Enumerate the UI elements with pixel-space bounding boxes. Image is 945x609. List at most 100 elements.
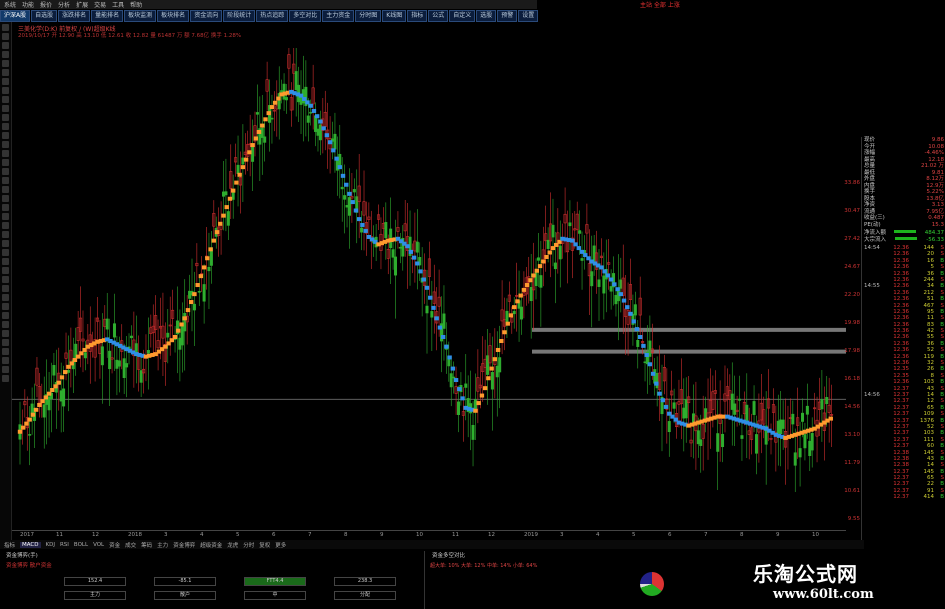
kline-chart[interactable] bbox=[12, 38, 846, 530]
tool-icon[interactable] bbox=[2, 366, 9, 373]
trend-ribbon-segment bbox=[657, 391, 662, 396]
toolbar-button-17[interactable]: 预警 bbox=[497, 10, 518, 22]
tick-price: 12.37 bbox=[893, 494, 909, 501]
tool-icon[interactable] bbox=[2, 87, 9, 94]
tool-icon[interactable] bbox=[2, 231, 9, 238]
tool-icon[interactable] bbox=[2, 141, 9, 148]
toolbar-button-13[interactable]: 指标 bbox=[407, 10, 428, 22]
tool-icon[interactable] bbox=[2, 375, 9, 382]
toolbar-button-15[interactable]: 自定义 bbox=[449, 10, 476, 22]
toolbar-button-2[interactable]: 涨跌排名 bbox=[58, 10, 91, 22]
trend-ribbon-segment bbox=[547, 250, 552, 255]
toolbar-button-1[interactable]: 自选股 bbox=[31, 10, 58, 22]
toolbar-button-3[interactable]: 量能排名 bbox=[91, 10, 124, 22]
tool-icon[interactable] bbox=[2, 276, 9, 283]
toolbar-button-6[interactable]: 资金流向 bbox=[190, 10, 223, 22]
tool-icon[interactable] bbox=[2, 69, 9, 76]
trend-ribbon-segment bbox=[476, 401, 481, 406]
trend-ribbon-segment bbox=[247, 150, 252, 155]
tool-icon[interactable] bbox=[2, 51, 9, 58]
indicator-tab-3[interactable]: RSI bbox=[60, 542, 69, 548]
tool-icon[interactable] bbox=[2, 204, 9, 211]
tool-icon[interactable] bbox=[2, 114, 9, 121]
indicator-tab-1[interactable]: MACD bbox=[20, 541, 41, 548]
indicator-tab-13[interactable]: 分时 bbox=[243, 541, 254, 549]
trend-ribbon-segment bbox=[625, 305, 630, 310]
tool-icon[interactable] bbox=[2, 213, 9, 220]
menu-item-1[interactable]: 功能 bbox=[22, 0, 34, 9]
menu-item-4[interactable]: 扩展 bbox=[76, 0, 88, 9]
toolbar-button-4[interactable]: 板块监测 bbox=[124, 10, 157, 22]
toolbar-button-18[interactable]: 设置 bbox=[518, 10, 539, 22]
toolbar-button-14[interactable]: 公式 bbox=[428, 10, 449, 22]
tool-icon[interactable] bbox=[2, 321, 9, 328]
tool-icon[interactable] bbox=[2, 330, 9, 337]
menu-item-2[interactable]: 报价 bbox=[40, 0, 52, 9]
toolbar-button-0[interactable]: 沪深A股 bbox=[0, 10, 31, 22]
tool-icon[interactable] bbox=[2, 186, 9, 193]
menu-item-3[interactable]: 分析 bbox=[58, 0, 70, 9]
indicator-tab-7[interactable]: 成交 bbox=[125, 541, 136, 549]
tool-icon[interactable] bbox=[2, 285, 9, 292]
trend-ribbon-segment bbox=[63, 370, 68, 375]
indicator-tab-0[interactable]: 指标 bbox=[4, 541, 15, 549]
tool-icon[interactable] bbox=[2, 24, 9, 31]
tool-icon[interactable] bbox=[2, 150, 9, 157]
toolbar-button-5[interactable]: 板块排名 bbox=[157, 10, 190, 22]
tool-icon[interactable] bbox=[2, 348, 9, 355]
candle-body bbox=[42, 404, 46, 418]
candle-body bbox=[62, 388, 66, 407]
toolbar-button-12[interactable]: K线图 bbox=[382, 10, 407, 22]
tool-icon[interactable] bbox=[2, 303, 9, 310]
indicator-tab-8[interactable]: 筹码 bbox=[141, 541, 152, 549]
indicator-tab-6[interactable]: 资金 bbox=[109, 541, 120, 549]
indicator-tab-4[interactable]: BOLL bbox=[74, 542, 88, 548]
left-toolbox bbox=[0, 22, 12, 542]
toolbar-button-7[interactable]: 阶段统计 bbox=[223, 10, 256, 22]
tool-icon[interactable] bbox=[2, 177, 9, 184]
indicator-tab-12[interactable]: 龙虎 bbox=[227, 541, 238, 549]
indicator-tab-5[interactable]: VOL bbox=[93, 542, 104, 548]
trend-ribbon-segment bbox=[512, 305, 517, 310]
tool-icon[interactable] bbox=[2, 42, 9, 49]
tool-icon[interactable] bbox=[2, 357, 9, 364]
candle-body bbox=[452, 376, 456, 379]
indicator-tab-11[interactable]: 超级资金 bbox=[200, 541, 222, 549]
tool-icon[interactable] bbox=[2, 222, 9, 229]
trend-ribbon-segment bbox=[66, 364, 71, 369]
tool-icon[interactable] bbox=[2, 168, 9, 175]
indicator-tab-9[interactable]: 主力 bbox=[157, 541, 168, 549]
tool-icon[interactable] bbox=[2, 258, 9, 265]
tool-icon[interactable] bbox=[2, 132, 9, 139]
indicator-tab-2[interactable]: KDJ bbox=[46, 542, 55, 548]
indicator-tab-10[interactable]: 资金博弈 bbox=[173, 541, 195, 549]
menu-item-7[interactable]: 帮助 bbox=[130, 0, 142, 9]
tool-icon[interactable] bbox=[2, 33, 9, 40]
tool-icon[interactable] bbox=[2, 240, 9, 247]
toolbar-button-10[interactable]: 主力资金 bbox=[322, 10, 355, 22]
tool-icon[interactable] bbox=[2, 267, 9, 274]
tool-icon[interactable] bbox=[2, 78, 9, 85]
toolbar-button-16[interactable]: 选股 bbox=[476, 10, 497, 22]
tool-icon[interactable] bbox=[2, 195, 9, 202]
toolbar-button-11[interactable]: 分时图 bbox=[355, 10, 382, 22]
tool-icon[interactable] bbox=[2, 294, 9, 301]
trend-ribbon-segment bbox=[440, 334, 446, 339]
trend-ribbon-segment bbox=[353, 208, 359, 213]
menu-item-0[interactable]: 系统 bbox=[4, 0, 16, 9]
tool-icon[interactable] bbox=[2, 312, 9, 319]
trend-ribbon-segment bbox=[534, 268, 540, 273]
tool-icon[interactable] bbox=[2, 123, 9, 130]
menu-item-5[interactable]: 交易 bbox=[94, 0, 106, 9]
tool-icon[interactable] bbox=[2, 249, 9, 256]
menu-item-6[interactable]: 工具 bbox=[112, 0, 124, 9]
indicator-tab-14[interactable]: 复权 bbox=[259, 541, 270, 549]
tool-icon[interactable] bbox=[2, 96, 9, 103]
tool-icon[interactable] bbox=[2, 159, 9, 166]
tool-icon[interactable] bbox=[2, 105, 9, 112]
toolbar-button-9[interactable]: 多空对比 bbox=[289, 10, 322, 22]
indicator-tab-15[interactable]: 更多 bbox=[275, 541, 286, 549]
toolbar-button-8[interactable]: 热点追踪 bbox=[256, 10, 289, 22]
tool-icon[interactable] bbox=[2, 339, 9, 346]
tool-icon[interactable] bbox=[2, 60, 9, 67]
